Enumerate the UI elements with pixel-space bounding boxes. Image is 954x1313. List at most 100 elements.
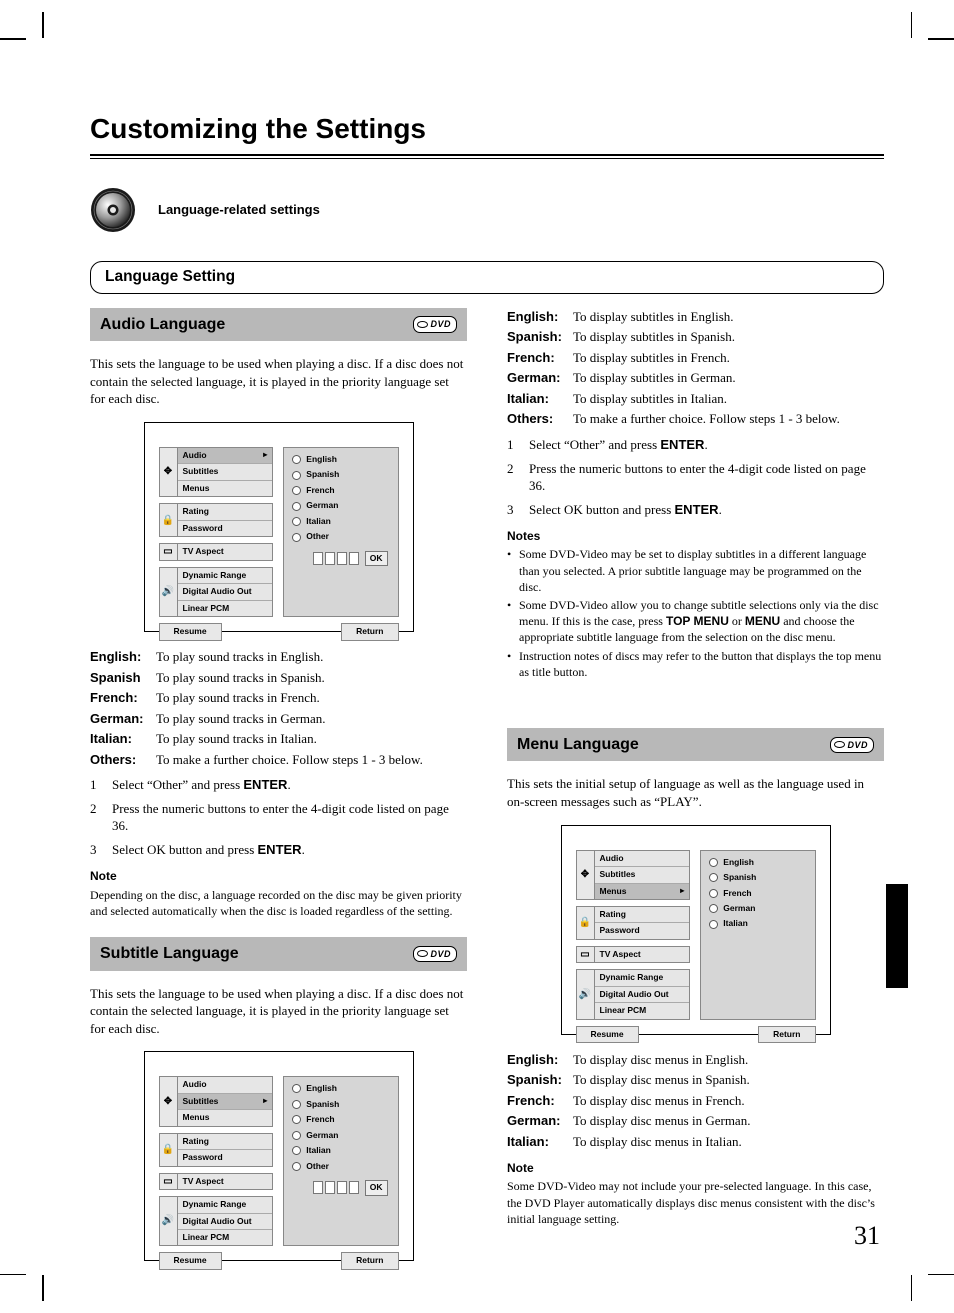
definition-row: SpanishTo play sound tracks in Spanish. (90, 669, 467, 687)
step-item: 3Select OK button and press ENTER. (507, 501, 884, 519)
definition-term: French: (90, 689, 156, 707)
dvd-badge: DVD (830, 737, 874, 753)
osd-menu-item: Digital Audio Out (178, 584, 273, 600)
definition-term: French: (507, 349, 573, 367)
definition-desc: To play sound tracks in English. (156, 648, 467, 666)
osd-menu-group: ▭TV Aspect (576, 946, 691, 963)
definition-desc: To display disc menus in Italian. (573, 1133, 884, 1151)
definition-term: English: (90, 648, 156, 666)
definition-term: French: (507, 1092, 573, 1110)
definition-desc: To display disc menus in German. (573, 1112, 884, 1130)
osd-group-icon: 🔒 (577, 907, 595, 939)
menu-language-head: Menu Language DVD (507, 728, 884, 762)
definition-desc: To display subtitles in Spanish. (573, 328, 884, 346)
osd-group-icon: ✥ (577, 851, 595, 899)
osd-group-icon: 🔊 (160, 568, 178, 616)
osd-language-option: English (288, 1081, 393, 1096)
osd-language-option: Spanish (288, 467, 393, 482)
audio-definitions: English:To play sound tracks in English.… (90, 648, 467, 768)
menu-definitions: English:To display disc menus in English… (507, 1051, 884, 1151)
definition-desc: To display subtitles in French. (573, 349, 884, 367)
definition-row: French:To display disc menus in French. (507, 1092, 884, 1110)
definition-row: Spanish:To display subtitles in Spanish. (507, 328, 884, 346)
definition-desc: To play sound tracks in French. (156, 689, 467, 707)
menu-language-title: Menu Language (517, 734, 639, 756)
definition-term: German: (507, 1112, 573, 1130)
osd-language-option: French (705, 886, 810, 901)
osd-code-entry: OK (288, 551, 393, 566)
osd-menu-item: Digital Audio Out (178, 1214, 273, 1230)
osd-menu-item: Subtitles (595, 867, 690, 883)
definition-row: English:To play sound tracks in English. (90, 648, 467, 666)
osd-menu-item: Dynamic Range (178, 1197, 273, 1213)
title-rule (90, 154, 884, 159)
osd-ok-button: OK (365, 551, 388, 566)
subtitle-steps: 1Select “Other” and press ENTER.2Press t… (507, 436, 884, 518)
osd-language-option: Italian (705, 916, 810, 931)
osd-menu-item: Audio (595, 851, 690, 867)
definition-desc: To play sound tracks in Spanish. (156, 669, 467, 687)
osd-language-option: Other (288, 1159, 393, 1174)
menu-osd: ✥AudioSubtitlesMenus🔒RatingPassword▭TV A… (561, 825, 831, 1035)
definition-term: Italian: (507, 1133, 573, 1151)
osd-menu-group: ✥AudioSubtitlesMenus (159, 447, 274, 497)
menu-note-head: Note (507, 1160, 884, 1176)
dvd-badge: DVD (413, 946, 457, 962)
osd-menu-group: 🔊Dynamic RangeDigital Audio OutLinear PC… (576, 969, 691, 1019)
audio-language-title: Audio Language (100, 314, 225, 336)
osd-return-button: Return (341, 1252, 398, 1269)
osd-language-option: Italian (288, 1143, 393, 1158)
definition-row: French:To display subtitles in French. (507, 349, 884, 367)
disc-icon (90, 187, 136, 233)
osd-group-icon: 🔒 (160, 1134, 178, 1166)
note-bullet: Some DVD-Video allow you to change subti… (507, 597, 884, 646)
osd-menu-group: ✥AudioSubtitlesMenus (576, 850, 691, 900)
audio-steps: 1Select “Other” and press ENTER.2Press t… (90, 776, 467, 858)
definition-row: Others:To make a further choice. Follow … (507, 410, 884, 428)
definition-row: German:To display disc menus in German. (507, 1112, 884, 1130)
definition-row: Others:To make a further choice. Follow … (90, 751, 467, 769)
osd-menu-item: Rating (178, 1134, 273, 1150)
note-bullet: Some DVD-Video may be set to display sub… (507, 546, 884, 595)
osd-ok-button: OK (365, 1180, 388, 1195)
dvd-badge: DVD (413, 316, 457, 332)
osd-menu-item: Password (595, 923, 690, 938)
page-number: 31 (854, 1218, 880, 1253)
step-item: 2Press the numeric buttons to enter the … (90, 800, 467, 835)
osd-menu-item: Dynamic Range (178, 568, 273, 584)
definition-term: Italian: (90, 730, 156, 748)
osd-language-option: Other (288, 529, 393, 544)
step-item: 2Press the numeric buttons to enter the … (507, 460, 884, 495)
osd-menu-item: Subtitles (178, 464, 273, 480)
osd-menu-item: Password (178, 1150, 273, 1165)
osd-menu-item: Menus (595, 884, 690, 899)
osd-return-button: Return (758, 1026, 815, 1043)
definition-desc: To display disc menus in Spanish. (573, 1071, 884, 1089)
subtitle-osd: ✥AudioSubtitlesMenus🔒RatingPassword▭TV A… (144, 1051, 414, 1261)
osd-menu-item: Menus (178, 1110, 273, 1125)
subtitle-language-title: Subtitle Language (100, 943, 239, 965)
definition-desc: To display subtitles in Italian. (573, 390, 884, 408)
osd-resume-button: Resume (159, 1252, 222, 1269)
definition-row: German:To play sound tracks in German. (90, 710, 467, 728)
definition-row: English:To display subtitles in English. (507, 308, 884, 326)
subtitle-language-head: Subtitle Language DVD (90, 937, 467, 971)
osd-menu-group: ✥AudioSubtitlesMenus (159, 1076, 274, 1126)
osd-menu-group: ▭TV Aspect (159, 543, 274, 560)
osd-menu-group: 🔒RatingPassword (159, 1133, 274, 1167)
section-head: Language Setting (90, 261, 884, 294)
osd-menu-group: 🔒RatingPassword (576, 906, 691, 940)
definition-desc: To make a further choice. Follow steps 1… (156, 751, 467, 769)
definition-row: French:To play sound tracks in French. (90, 689, 467, 707)
step-item: 3Select OK button and press ENTER. (90, 841, 467, 859)
definition-term: Others: (90, 751, 156, 769)
osd-menu-item: Audio (178, 1077, 273, 1093)
definition-term: German: (507, 369, 573, 387)
definition-row: German:To display subtitles in German. (507, 369, 884, 387)
osd-menu-item: TV Aspect (595, 947, 690, 962)
osd-menu-item: Rating (595, 907, 690, 923)
osd-menu-item: Subtitles (178, 1094, 273, 1110)
menu-intro: This sets the initial setup of language … (507, 775, 884, 810)
audio-language-head: Audio Language DVD (90, 308, 467, 342)
definition-row: Italian:To display subtitles in Italian. (507, 390, 884, 408)
